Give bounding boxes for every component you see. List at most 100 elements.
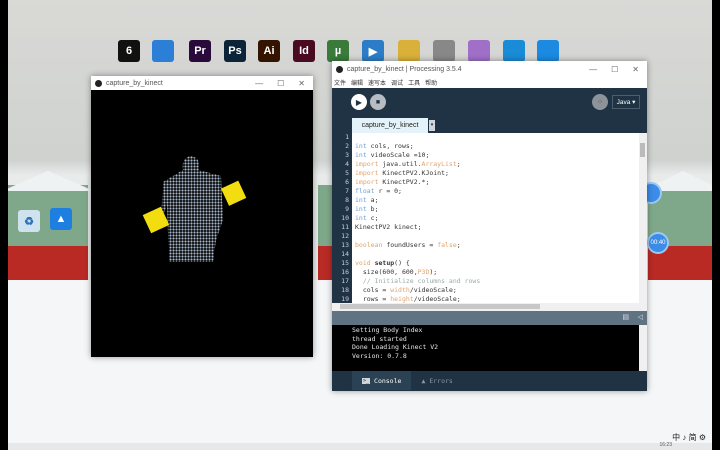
menu-item[interactable]: 文件 [334, 78, 346, 87]
system-tray[interactable]: 中 ♪ 简 ⚙ [672, 432, 706, 443]
code-token: b; [366, 205, 379, 213]
code-token: setup [374, 259, 395, 267]
code-token: ArrayList [421, 160, 457, 168]
close-icon[interactable]: ✕ [632, 65, 639, 74]
desktop-shortcut-icon[interactable] [433, 40, 455, 62]
desktop-shortcut-icon[interactable] [468, 40, 490, 62]
desktop-shortcut-icon[interactable]: ▶ [362, 40, 384, 62]
body-silhouette [161, 156, 223, 262]
code-token: KinectPV2.*; [378, 178, 430, 186]
stop-button[interactable]: ■ [370, 94, 386, 110]
ide-title-bar[interactable]: capture_by_kinect | Processing 3.5.4 — ☐ ✕ [332, 61, 647, 77]
desktop-shortcut-icon[interactable]: Ai [258, 40, 280, 62]
code-token: c; [366, 214, 379, 222]
code-token: java.util. [378, 160, 422, 168]
warning-icon: ▲ [421, 376, 426, 385]
line-number: 8 [345, 196, 349, 204]
code-token: () { [394, 259, 410, 267]
tab-bar: capture_by_kinect ▾ [332, 118, 647, 133]
line-number: 14 [341, 250, 349, 258]
line-number: 15 [341, 259, 349, 267]
code-token: int [355, 151, 367, 159]
code-line: int c; [355, 214, 639, 223]
desktop-shortcut-icon[interactable]: µ [327, 40, 349, 62]
clipboard-icon[interactable]: ▤ [622, 313, 629, 321]
tab-menu-button[interactable]: ▾ [429, 120, 435, 131]
code-token: float [355, 187, 375, 195]
desktop-shortcut-icon[interactable]: 6 [118, 40, 140, 62]
recycle-bin-icon[interactable]: ♻ [18, 210, 40, 232]
line-number: 11 [341, 223, 349, 231]
console: Setting Body Index thread started Done Loa… [332, 325, 647, 371]
sketch-title: capture_by_kinect [106, 79, 163, 87]
code-token: rows = [355, 295, 391, 303]
code-token: width [390, 286, 410, 294]
menu-item[interactable]: 工具 [408, 78, 420, 87]
code-token: KinectPV2.KJoint; [378, 169, 449, 177]
minimize-icon[interactable]: — [255, 79, 263, 88]
code-line: void setup() { [355, 259, 639, 268]
code-text[interactable]: int cols, rows; int videoScale =10; import… [352, 133, 639, 303]
menu-item[interactable]: 编辑 [351, 78, 363, 87]
code-token: void [355, 259, 371, 267]
line-numbers: 1 2 3 4 5 6 7 8 9 10 11 12 13 14 15 16 17 18 19 [332, 133, 352, 303]
processing-logo-icon [95, 79, 102, 87]
desktop-shortcut-icon[interactable] [152, 40, 174, 62]
menu-item[interactable]: 速写本 [368, 78, 386, 87]
code-line: boolean foundUsers = false; [355, 241, 639, 250]
desktop-shortcut-icon[interactable]: Ps [224, 40, 246, 62]
debugger-button[interactable]: ⁘ [592, 94, 608, 110]
code-editor[interactable]: 1 2 3 4 5 6 7 8 9 10 11 12 13 14 15 16 17 18 19 int cols, … [332, 133, 647, 303]
console-line: Done Loading Kinect V2 [352, 343, 439, 351]
code-token: P3D [417, 268, 430, 276]
code-line: import KinectPV2.KJoint; [355, 169, 639, 178]
code-line: // Initialize columns and rows [355, 277, 639, 286]
horizontal-scrollbar[interactable] [332, 303, 647, 311]
code-token: ; [456, 241, 461, 249]
code-token: import [355, 160, 379, 168]
mode-selector[interactable]: Java ▾ [612, 95, 640, 109]
bottom-tabs: >_ Console ▲ Errors [332, 371, 647, 390]
run-button[interactable]: ▶ [351, 94, 367, 110]
code-token: /videoScale; [409, 286, 457, 294]
minimize-icon[interactable]: — [589, 65, 597, 74]
code-token: height [390, 295, 414, 303]
timer-bubble[interactable]: 00:40 [647, 232, 669, 254]
sketch-window[interactable]: capture_by_kinect — ☐ ✕ [91, 76, 313, 357]
line-number: 12 [341, 232, 349, 240]
sketch-title-bar[interactable]: capture_by_kinect — ☐ ✕ [91, 76, 313, 90]
processing-logo-icon [336, 65, 343, 73]
desktop-shortcut-icon[interactable] [503, 40, 525, 62]
console-tab[interactable]: >_ Console [352, 371, 412, 390]
code-line: cols = width/videoScale; [355, 286, 639, 295]
desktop-app-icon[interactable]: ▲ [50, 208, 72, 230]
line-number: 16 [341, 268, 349, 276]
desktop-shortcut-icon[interactable] [398, 40, 420, 62]
tab-capture-by-kinect[interactable]: capture_by_kinect [352, 118, 428, 133]
maximize-icon[interactable]: ☐ [277, 79, 284, 88]
code-token: a; [366, 196, 379, 204]
code-token: size(600, 600, [355, 268, 418, 276]
line-number: 1 [345, 133, 349, 141]
menu-item[interactable]: 调试 [391, 78, 403, 87]
close-icon[interactable]: ✕ [298, 79, 305, 88]
maximize-icon[interactable]: ☐ [611, 65, 618, 74]
code-token: int [355, 142, 367, 150]
console-scrollbar[interactable] [639, 325, 647, 371]
code-token: int [355, 214, 367, 222]
desktop-shortcut-icon[interactable]: Id [293, 40, 315, 62]
processing-ide-window[interactable]: capture_by_kinect | Processing 3.5.4 — ☐ ✕… [332, 61, 647, 391]
console-line: Setting Body Index [352, 326, 423, 334]
collapse-icon[interactable]: ◁ [638, 313, 643, 321]
code-line: import java.util.ArrayList; [355, 160, 639, 169]
desktop-shortcut-icon[interactable]: Pr [189, 40, 211, 62]
menu-item[interactable]: 帮助 [425, 78, 437, 87]
desktop-shortcut-icon[interactable] [537, 40, 559, 62]
errors-tab[interactable]: ▲ Errors [411, 371, 462, 390]
vertical-scrollbar[interactable] [639, 133, 647, 303]
code-token: foundUsers = [382, 241, 438, 249]
yellow-cube [221, 180, 247, 206]
taskbar: 16:23 [8, 442, 712, 450]
toolbar: ▶ ■ ⁘ Java ▾ [332, 88, 647, 118]
